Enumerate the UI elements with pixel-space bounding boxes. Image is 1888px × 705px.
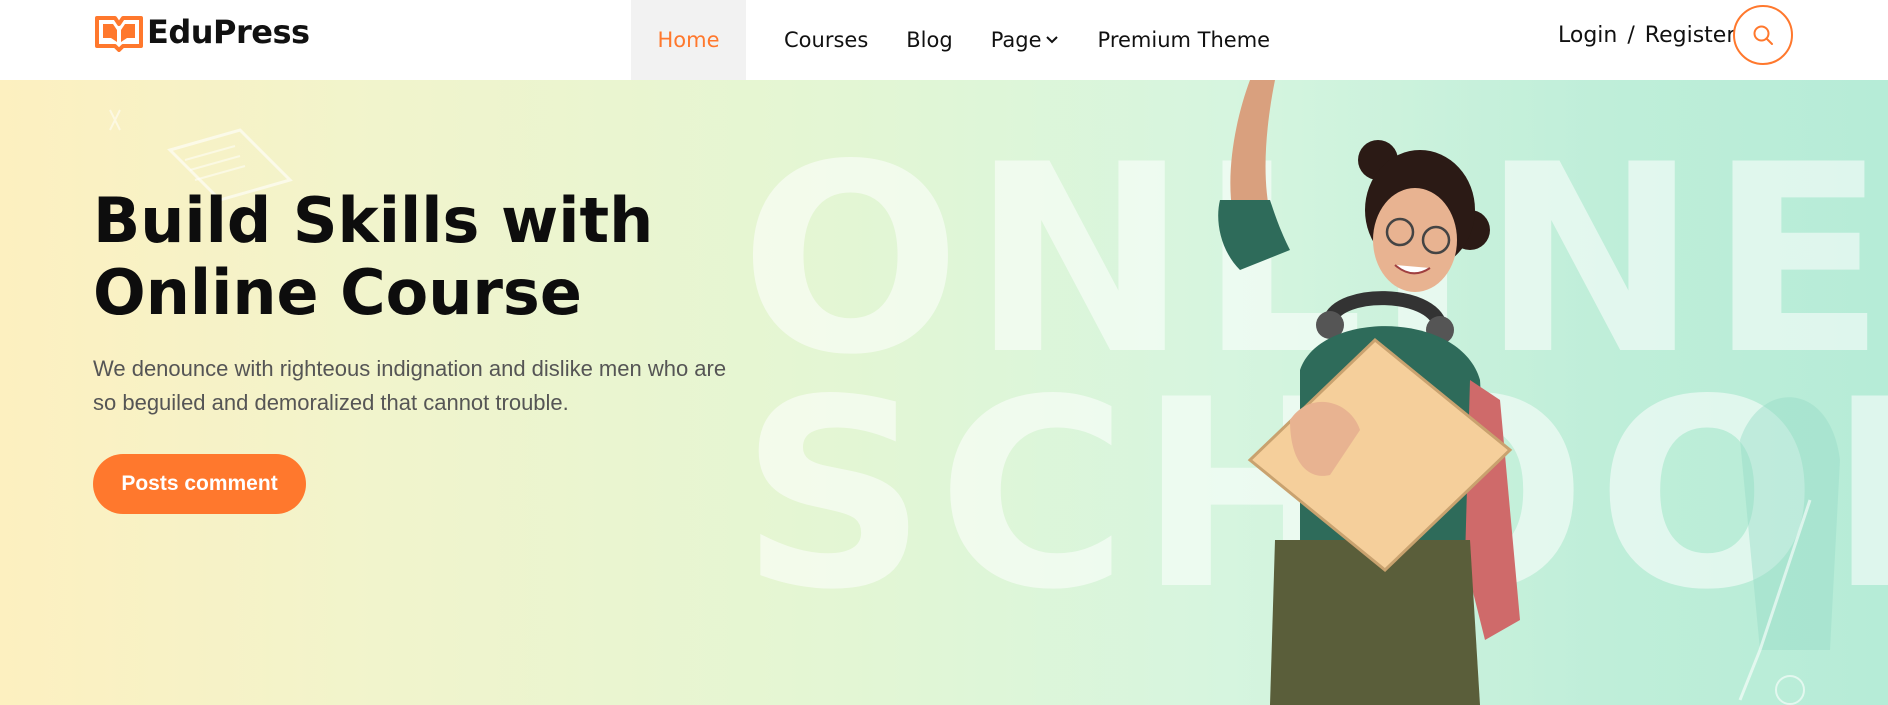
posts-comment-button[interactable]: Posts comment: [93, 454, 306, 514]
open-book-icon: [95, 16, 143, 52]
nav-blog[interactable]: Blog: [906, 0, 952, 80]
hero-title-line-1: Build Skills with: [93, 184, 654, 257]
main-nav: Home Courses Blog Page Premium Theme: [631, 0, 1270, 80]
auth-links: Login / Register: [1558, 0, 1735, 70]
hero-description-line-1: We denounce with righteous indignation a…: [93, 356, 727, 381]
login-link[interactable]: Login: [1558, 23, 1617, 48]
nav-premium-theme[interactable]: Premium Theme: [1098, 0, 1271, 80]
nav-courses[interactable]: Courses: [784, 0, 868, 80]
hero-section: ONLINE SCHOOL Build Skills with Online C…: [0, 80, 1888, 705]
hero-description-line-2: so beguiled and demoralized that cannot …: [93, 390, 569, 415]
doodle-pencil-icon: [1738, 397, 1840, 705]
logo[interactable]: EduPress: [93, 12, 310, 52]
brand-name: EduPress: [147, 13, 310, 51]
hero-title-line-2: Online Course: [93, 256, 582, 329]
hero-description: We denounce with righteous indignation a…: [93, 352, 753, 420]
student-photo: [1218, 80, 1520, 705]
register-link[interactable]: Register: [1645, 23, 1736, 48]
hero-title: Build Skills with Online Course: [93, 185, 753, 329]
auth-separator: /: [1627, 22, 1635, 48]
nav-page-label: Page: [990, 28, 1042, 52]
site-header: EduPress Home Courses Blog Page Premium …: [0, 0, 1888, 80]
nav-page[interactable]: Page: [991, 0, 1060, 80]
chevron-down-icon: [1045, 36, 1058, 44]
nav-home[interactable]: Home: [631, 0, 746, 80]
search-icon: [1753, 25, 1773, 45]
search-button[interactable]: [1733, 5, 1793, 65]
